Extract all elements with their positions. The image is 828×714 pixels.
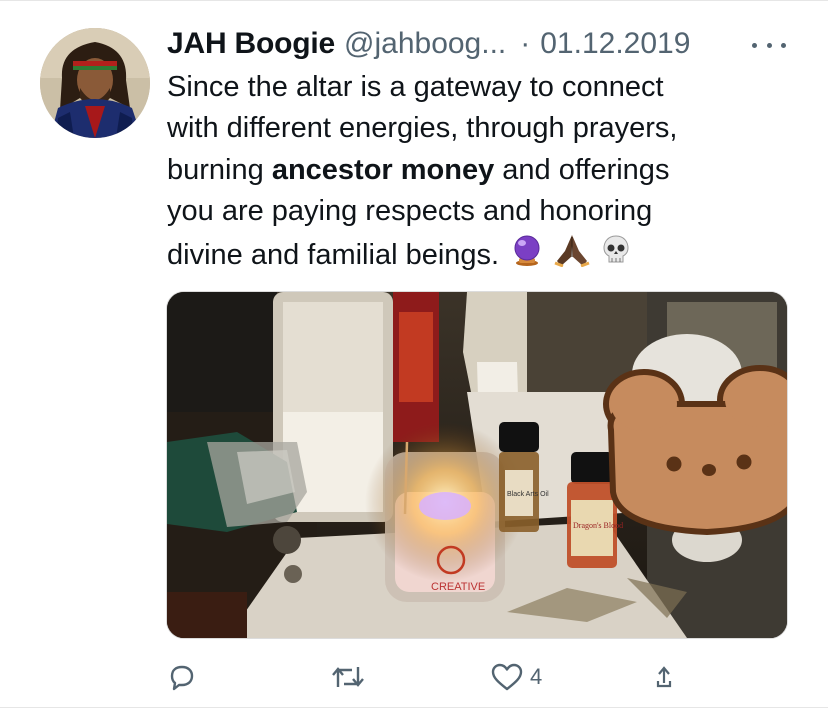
tweet-text-line: burning ancestor money and offerings: [167, 150, 787, 191]
tweet-text-line: with different energies, through prayers…: [167, 112, 678, 145]
tweet-header: JAH Boogie @jahboog... · 01.12.2019: [167, 24, 690, 64]
separator: ·: [520, 27, 531, 60]
tweet-actions: 4: [166, 655, 686, 699]
tweet-text-line: Since the altar is a gateway to connect: [167, 71, 664, 103]
author-handle[interactable]: @jahboog...: [344, 27, 506, 61]
tweet-text-line: you are paying respects and honoring: [167, 195, 653, 228]
more-dot: [781, 42, 786, 48]
tweet-media-image[interactable]: CREATIVE Black Arts Oil Dragon's Blood: [166, 291, 788, 639]
candle-label: CREATIVE: [431, 581, 485, 593]
avatar-image: [40, 28, 150, 138]
display-name[interactable]: JAH Boogie: [167, 27, 335, 61]
retweet-button[interactable]: [330, 655, 366, 699]
tweet-date[interactable]: 01.12.2019: [540, 27, 690, 61]
folded-hands-icon: [553, 233, 591, 279]
reply-icon: [166, 661, 198, 693]
more-dot: [766, 42, 772, 48]
more-dot: [752, 42, 757, 48]
tweet-text: Since the altar is a gateway to connect …: [167, 67, 787, 279]
like-button[interactable]: 4: [490, 655, 542, 699]
tweet-text-line: divine and familial beings.: [167, 233, 787, 279]
text-segment: and offerings: [494, 153, 670, 186]
skull-icon: [601, 234, 631, 278]
text-segment: burning: [167, 153, 272, 186]
like-count: 4: [530, 664, 543, 689]
divider: [0, 0, 828, 1]
altar-photo: CREATIVE Black Arts Oil Dragon's Blood: [167, 292, 787, 638]
avatar[interactable]: [40, 28, 150, 138]
reply-button[interactable]: [166, 655, 198, 699]
divider: [0, 707, 828, 708]
more-options-icon[interactable]: [752, 33, 786, 57]
share-button[interactable]: [654, 655, 674, 699]
share-icon: [654, 663, 674, 691]
bottle-label: Dragon's Blood: [573, 521, 623, 530]
bottle-label: Black Arts Oil: [507, 491, 549, 498]
tweet-card[interactable]: JAH Boogie @jahboog... · 01.12.2019 Sinc…: [0, 0, 828, 714]
text-segment: divine and familial beings.: [167, 238, 500, 271]
crystal-ball-icon: [511, 234, 543, 278]
retweet-icon: [330, 661, 366, 693]
heart-icon: [490, 661, 524, 693]
bold-text: ancestor money: [271, 153, 495, 186]
